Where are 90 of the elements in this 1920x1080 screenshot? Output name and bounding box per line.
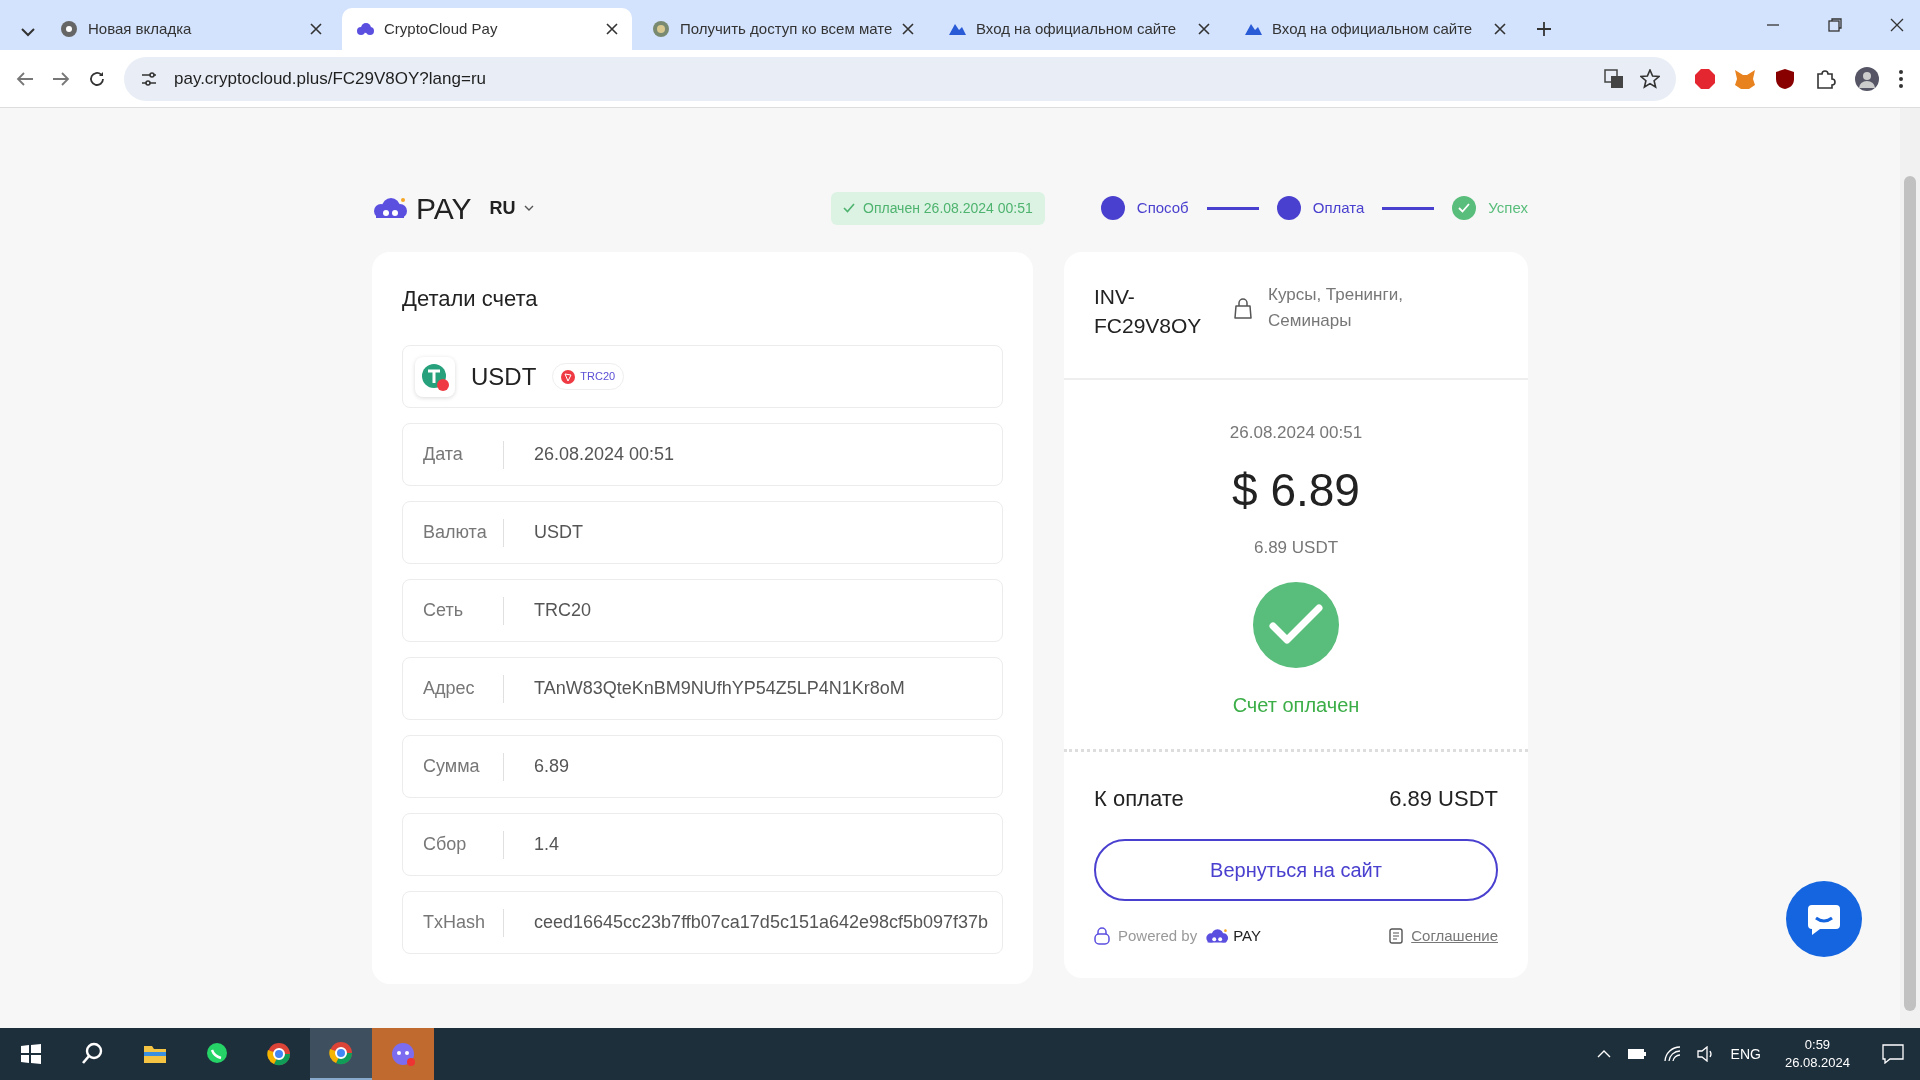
coin-icon (421, 362, 449, 391)
step-indicator (1452, 196, 1477, 220)
forward-icon[interactable] (52, 69, 70, 88)
browser-tab[interactable]: Новая вкладка (46, 8, 336, 50)
more-menu-icon[interactable] (1898, 68, 1904, 89)
network-icon (561, 369, 576, 384)
restore-icon[interactable] (1828, 18, 1842, 32)
url-text: pay.cryptocloud.plus/FC29V8OY?lang=ru (174, 67, 487, 90)
translate-icon[interactable] (1604, 68, 1624, 89)
close-icon[interactable] (1494, 23, 1506, 35)
language-selector[interactable]: RU (489, 194, 534, 222)
field-value: USDT (534, 521, 583, 544)
step-label: Оплата (1312, 197, 1365, 218)
payment-status: Счет оплачен (1231, 693, 1361, 718)
powered-by-text: Powered by (1118, 926, 1198, 946)
field-label: TxHash (423, 911, 486, 934)
browser-tab[interactable]: Получить доступ ко всем мате (638, 8, 928, 50)
amount-usd: $ 6.89 (1231, 462, 1361, 518)
step-indicator (1276, 196, 1301, 220)
currency-name: USDT (471, 361, 537, 392)
field-value: 26.08.2024 00:51 (534, 443, 675, 466)
puzzle-extension-icon[interactable] (1814, 67, 1836, 90)
field-value: TAnW83QteKnBM9NUfhYP54Z5LP4N1Kr8oM (534, 677, 905, 700)
address-bar[interactable]: pay.cryptocloud.plus/FC29V8OY?lang=ru (124, 56, 1676, 101)
field-value: 6.89 (534, 755, 570, 778)
back-icon[interactable] (16, 69, 34, 88)
step-indicator (1100, 196, 1125, 220)
site-settings-icon[interactable] (140, 69, 158, 88)
due-label: К оплате (1094, 785, 1184, 813)
volume-icon[interactable] (1696, 1046, 1715, 1062)
field-value: TRC20 (534, 599, 591, 622)
success-check-icon (1253, 582, 1339, 668)
chevron-up-icon[interactable] (1596, 1050, 1611, 1058)
stop-sign-extension-icon[interactable] (1694, 67, 1716, 90)
tab-favicon-icon (60, 20, 78, 38)
card-title: Детали счета (402, 285, 539, 313)
invoice-date: 26.08.2024 00:51 (1228, 422, 1364, 444)
field-label: Сбор (423, 833, 468, 856)
amount-crypto: 6.89 USDT (1252, 536, 1340, 559)
browser-tab[interactable]: CryptoCloud Pay (342, 8, 632, 50)
shield-extension-icon[interactable] (1774, 67, 1796, 90)
language-indicator[interactable]: ENG (1730, 1043, 1761, 1065)
notification-icon[interactable] (1882, 1044, 1904, 1064)
browser-icon[interactable] (328, 1040, 354, 1066)
agreement-link[interactable]: Соглашение (1411, 925, 1498, 948)
clock-time[interactable]: 0:59 (1784, 1035, 1850, 1054)
check-icon (843, 203, 855, 213)
profile-avatar-icon[interactable] (1854, 65, 1880, 92)
browser-icon[interactable] (266, 1041, 292, 1067)
step-label: Способ (1136, 197, 1189, 218)
return-button[interactable]: Вернуться на сайт (1094, 839, 1498, 901)
start-icon[interactable] (18, 1041, 44, 1067)
document-icon (1389, 928, 1404, 945)
battery-icon[interactable] (1626, 1048, 1647, 1060)
reload-icon[interactable] (88, 69, 106, 88)
close-icon[interactable] (606, 23, 618, 35)
logo-icon (1205, 928, 1230, 945)
bookmark-star-icon[interactable] (1640, 68, 1660, 89)
close-icon[interactable] (902, 23, 914, 35)
scrollbar[interactable] (1900, 108, 1920, 1028)
invoice-id: INV-FC29V8OY (1094, 284, 1203, 340)
caret-icon (523, 205, 534, 211)
brand-name: PAY (1233, 926, 1261, 946)
due-amount: 6.89 USDT (1389, 785, 1498, 813)
field-label: Дата (423, 443, 464, 466)
step-label: Успех (1488, 197, 1528, 218)
browser-tab[interactable]: Вход на официальном сайте (1230, 8, 1520, 50)
invoice-category: Курсы, Тренинги, Семинары (1268, 284, 1404, 332)
logo-icon (372, 196, 408, 220)
browser-tab[interactable]: Вход на официальном сайте (934, 8, 1224, 50)
tab-favicon-icon (356, 20, 374, 38)
field-label: Сумма (423, 755, 481, 778)
wifi-icon[interactable] (1662, 1046, 1681, 1062)
shopping-bag-icon (1234, 296, 1252, 319)
brand-name: PAY (416, 190, 472, 227)
fox-extension-icon[interactable] (1734, 67, 1756, 90)
field-value: 1.4 (534, 833, 560, 856)
lock-icon (1094, 927, 1110, 946)
status-badge: Оплачен 26.08.2024 00:51 (831, 191, 1045, 225)
tab-favicon-icon (652, 20, 670, 38)
close-icon[interactable] (1890, 18, 1904, 32)
field-label: Адрес (423, 677, 476, 700)
field-label: Валюта (423, 521, 488, 544)
field-label: Сеть (423, 599, 465, 622)
field-value: ceed16645cc23b7ffb07ca17d5c151a642e98cf5b097f37b (534, 911, 989, 934)
new-tab-icon[interactable] (1536, 21, 1552, 37)
close-icon[interactable] (310, 23, 322, 35)
close-icon[interactable] (1198, 23, 1210, 35)
clock-date[interactable]: 26.08.2024 (1784, 1054, 1850, 1073)
game-app-icon[interactable] (390, 1041, 416, 1067)
